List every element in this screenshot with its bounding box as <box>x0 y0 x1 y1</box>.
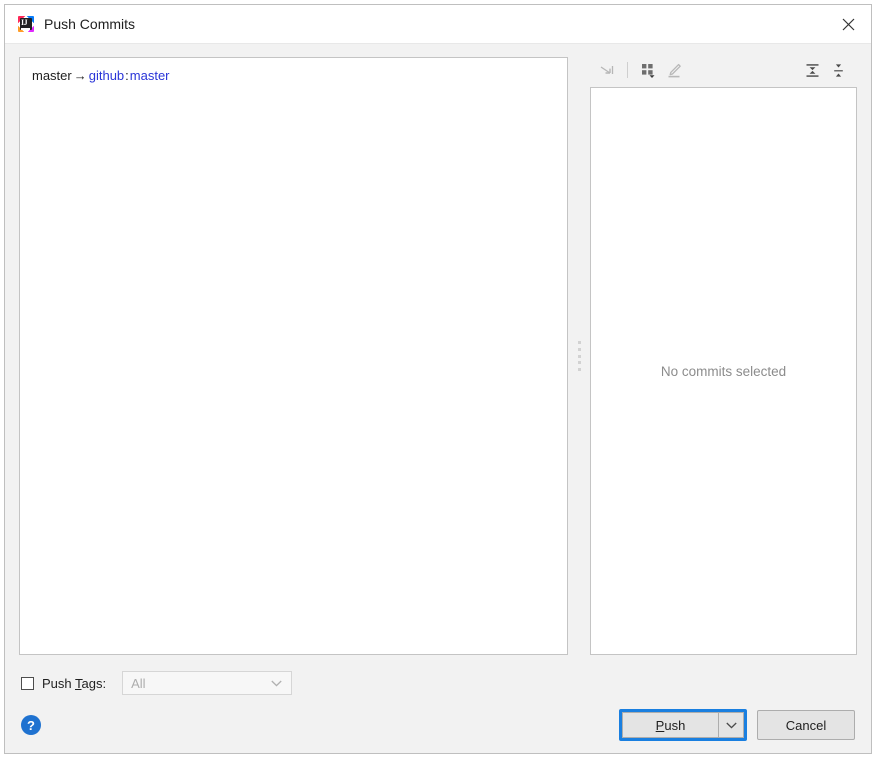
tags-dropdown[interactable]: All <box>122 671 293 695</box>
dialog-title: Push Commits <box>44 16 136 32</box>
group-by-button[interactable] <box>635 58 661 82</box>
toolbar-separator <box>627 62 628 78</box>
footer-buttons: Push Cancel <box>619 709 855 741</box>
push-split-button: Push <box>619 709 747 741</box>
dialog-titlebar: IJ Push Commits <box>5 5 871 44</box>
push-dropdown-button[interactable] <box>718 712 744 738</box>
push-button[interactable]: Push <box>622 712 718 738</box>
remote-branch-label[interactable]: master <box>130 68 170 83</box>
details-toolbar <box>590 57 857 87</box>
expand-all-icon <box>806 63 818 77</box>
push-button-label: Push <box>655 717 686 733</box>
expand-all-button[interactable] <box>799 58 825 82</box>
help-button[interactable]: ? <box>21 715 41 735</box>
options-row: Push Tags: All <box>5 655 871 697</box>
push-tags-checkbox[interactable]: Push Tags: <box>21 676 106 691</box>
edit-pencil-icon <box>668 63 681 77</box>
commit-details-pane: No commits selected <box>590 57 857 655</box>
remote-name-label[interactable]: github <box>89 68 124 83</box>
help-icon: ? <box>27 717 35 733</box>
close-button[interactable] <box>825 5 871 43</box>
cancel-button[interactable]: Cancel <box>757 710 855 740</box>
splitter-grip-icon <box>577 341 582 371</box>
commit-list-pane[interactable]: master → github:master <box>19 57 568 655</box>
intellij-idea-icon: IJ <box>18 16 34 32</box>
dialog-footer: ? Push Cancel <box>5 697 871 753</box>
panes-container: master → github:master No commits select… <box>5 44 871 655</box>
commit-details-body: No commits selected <box>590 87 857 655</box>
edit-button[interactable] <box>661 58 687 82</box>
cancel-button-label: Cancel <box>785 717 827 733</box>
collapse-to-left-button[interactable] <box>594 58 620 82</box>
chevron-down-icon <box>725 722 737 729</box>
dialog-content: master → github:master No commits select… <box>5 44 871 753</box>
branch-row[interactable]: master → github:master <box>20 58 567 84</box>
push-commits-dialog: IJ Push Commits master → github:master N… <box>4 4 872 754</box>
local-branch-label: master <box>32 68 72 83</box>
pane-splitter[interactable] <box>568 57 590 655</box>
tags-dropdown-value: All <box>131 675 146 691</box>
close-icon <box>842 18 854 30</box>
push-tags-label: Push Tags: <box>42 675 107 691</box>
titlebar-left: IJ Push Commits <box>5 16 135 32</box>
group-by-icon <box>641 63 654 78</box>
collapse-all-button[interactable] <box>825 58 851 82</box>
empty-state-message: No commits selected <box>660 363 787 379</box>
collapse-all-icon <box>833 63 843 77</box>
chevron-down-icon <box>271 672 282 694</box>
arrow-icon: → <box>73 68 87 83</box>
collapse-to-left-icon <box>600 66 614 74</box>
push-tags-checkbox-box[interactable] <box>21 676 34 690</box>
